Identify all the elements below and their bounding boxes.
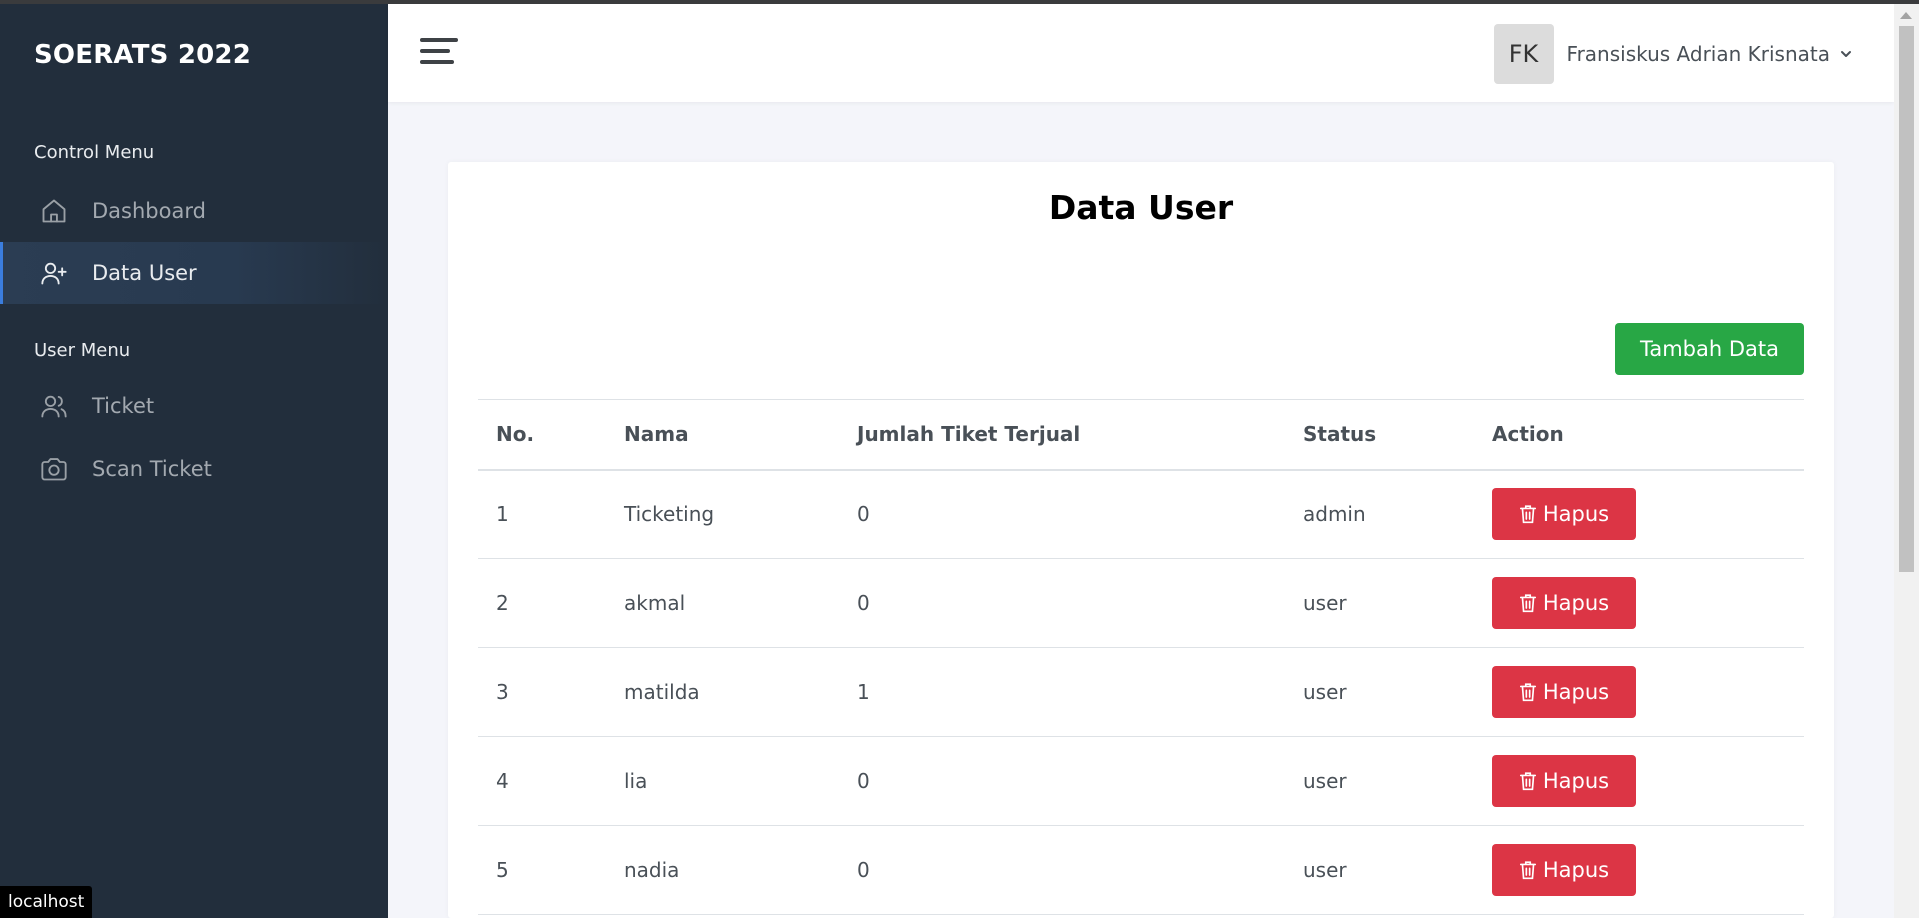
camera-icon <box>41 458 67 481</box>
cell-nama: Ticketing <box>606 469 839 559</box>
sidebar-item-dashboard[interactable]: Dashboard <box>0 180 388 242</box>
cell-status: user <box>1285 558 1474 648</box>
delete-button-label: Hapus <box>1542 769 1610 793</box>
user-plus-icon <box>41 262 67 285</box>
trash-icon <box>1519 861 1536 880</box>
home-icon <box>42 199 66 223</box>
add-data-button[interactable]: Tambah Data <box>1615 323 1804 375</box>
delete-button-label: Hapus <box>1542 591 1610 615</box>
delete-button[interactable]: Hapus <box>1492 844 1636 896</box>
delete-button[interactable]: Hapus <box>1492 666 1636 718</box>
page-title-bold: Data <box>1048 188 1137 227</box>
cell-nama: akmal <box>606 558 839 648</box>
cell-status: user <box>1285 736 1474 826</box>
column-header-no: No. <box>478 399 606 471</box>
delete-button-label: Hapus <box>1542 858 1610 882</box>
username[interactable]: Fransiskus Adrian Krisnata <box>1567 42 1830 66</box>
table-row: 1 Ticketing 0 admin Hapus <box>478 469 1804 559</box>
table-row: 3 matilda 1 user Hapus <box>478 647 1804 737</box>
table-header-row: No. Nama Jumlah Tiket Terjual Status Act… <box>478 399 1804 471</box>
cell-action: Hapus <box>1474 647 1804 737</box>
user-menu-heading: User Menu <box>34 340 131 361</box>
column-header-nama: Nama <box>606 399 839 471</box>
window-top-border <box>0 0 1919 4</box>
sidebar-item-label: Data User <box>92 261 197 285</box>
delete-button[interactable]: Hapus <box>1492 488 1636 541</box>
sidebar-item-label: Scan Ticket <box>92 457 212 481</box>
avatar[interactable]: FK <box>1493 24 1554 84</box>
sidebar-item-data-user[interactable]: Data User <box>0 242 388 304</box>
hamburger-icon[interactable] <box>420 38 458 68</box>
column-header-jumlah: Jumlah Tiket Terjual <box>839 399 1285 471</box>
scroll-up-arrow-icon[interactable] <box>1900 12 1912 19</box>
browser-status-url: localhost <box>0 886 93 918</box>
delete-button[interactable]: Hapus <box>1492 755 1636 807</box>
cell-jumlah: 1 <box>839 647 1285 737</box>
table-row: 4 lia 0 user Hapus <box>478 736 1804 826</box>
delete-button-label: Hapus <box>1542 680 1610 704</box>
page-title: Data User <box>448 188 1834 227</box>
sidebar-item-ticket[interactable]: Ticket <box>0 375 388 437</box>
delete-button[interactable]: Hapus <box>1492 577 1636 629</box>
scrollbar-thumb[interactable] <box>1899 26 1914 572</box>
column-header-status: Status <box>1285 399 1474 471</box>
brand-title[interactable]: SOERATS 2022 <box>34 40 251 70</box>
cell-status: user <box>1285 825 1474 915</box>
cell-jumlah: 0 <box>839 469 1285 559</box>
cell-no: 2 <box>478 558 606 648</box>
cell-action: Hapus <box>1474 558 1804 648</box>
cell-jumlah: 0 <box>839 736 1285 826</box>
trash-icon <box>1519 772 1536 791</box>
top-navbar: FK Fransiskus Adrian Krisnata <box>388 4 1894 102</box>
page-title-rest: User <box>1148 188 1234 227</box>
table-row: 2 akmal 0 user Hapus <box>478 558 1804 648</box>
cell-nama: nadia <box>606 825 839 915</box>
cell-status: user <box>1285 647 1474 737</box>
control-menu-heading: Control Menu <box>34 142 155 163</box>
delete-button-label: Hapus <box>1542 502 1610 527</box>
cell-jumlah: 0 <box>839 825 1285 915</box>
cell-no: 5 <box>478 825 606 915</box>
users-icon <box>41 395 67 418</box>
sidebar-item-scan-ticket[interactable]: Scan Ticket <box>0 438 388 500</box>
cell-status: admin <box>1285 469 1474 559</box>
cell-nama: matilda <box>606 647 839 737</box>
column-header-action: Action <box>1474 399 1804 471</box>
sidebar-item-label: Dashboard <box>92 199 206 223</box>
user-dropdown[interactable]: FK Fransiskus Adrian Krisnata <box>1493 24 1854 84</box>
cell-no: 1 <box>478 469 606 559</box>
trash-icon <box>1519 594 1536 613</box>
cell-action: Hapus <box>1474 825 1804 915</box>
table-row: 5 nadia 0 user Hapus <box>478 825 1804 915</box>
trash-icon <box>1519 683 1536 702</box>
cell-nama: lia <box>606 736 839 826</box>
chevron-down-icon[interactable] <box>1838 46 1854 62</box>
sidebar-item-label: Ticket <box>92 394 155 418</box>
data-user-card: Data User Tambah Data No. Nama Jumlah Ti… <box>448 162 1834 918</box>
users-table: No. Nama Jumlah Tiket Terjual Status Act… <box>478 399 1804 915</box>
sidebar: SOERATS 2022 Control Menu Dashboard Data… <box>0 4 388 918</box>
cell-no: 4 <box>478 736 606 826</box>
page-scrollbar[interactable] <box>1894 4 1919 918</box>
trash-icon <box>1519 505 1536 524</box>
cell-action: Hapus <box>1474 469 1804 559</box>
cell-action: Hapus <box>1474 736 1804 826</box>
cell-no: 3 <box>478 647 606 737</box>
cell-jumlah: 0 <box>839 558 1285 648</box>
